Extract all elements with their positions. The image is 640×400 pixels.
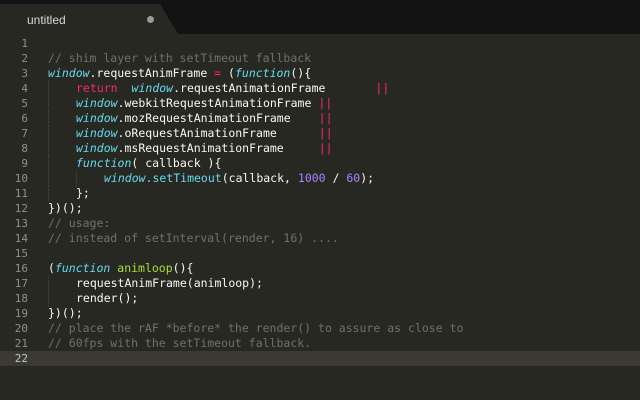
code-line-2: // shim layer with setTimeout fallback bbox=[48, 51, 640, 66]
comment: // place the rAF *before* the render() t… bbox=[48, 321, 464, 335]
line-number: 12 bbox=[14, 202, 28, 215]
code-line-18: render(); bbox=[48, 291, 640, 306]
code-line-10: window.setTimeout(callback, 1000 / 60); bbox=[48, 171, 640, 186]
punctuation: ( bbox=[48, 261, 55, 275]
code-line-6: window.mozRequestAnimationFrame || bbox=[48, 111, 640, 126]
arguments: (callback, bbox=[221, 171, 298, 185]
punctuation: (){ bbox=[172, 261, 194, 275]
function-keyword: function bbox=[234, 66, 291, 80]
or-operator: || bbox=[318, 111, 333, 125]
code-line-17: requestAnimFrame(animloop); bbox=[48, 276, 640, 291]
punctuation: ( bbox=[221, 66, 235, 80]
code-line-5: window.webkitRequestAnimationFrame || bbox=[48, 96, 640, 111]
code-line-11: }; bbox=[48, 186, 640, 201]
comment: // instead of setInterval(render, 16) ..… bbox=[48, 231, 339, 245]
punctuation: })(); bbox=[48, 201, 83, 215]
line-number: 10 bbox=[14, 172, 28, 185]
line-number-gutter: 1 2 3 4 5 6 7 8 9 10 11 12 13 14 15 16 17 18 19 20 21 22 bbox=[0, 36, 42, 366]
window-global: window bbox=[48, 66, 90, 80]
return-keyword: return bbox=[76, 81, 118, 95]
code-line-12: })(); bbox=[48, 201, 640, 216]
line-number: 9 bbox=[21, 157, 28, 170]
property: .mozRequestAnimationFrame bbox=[117, 111, 291, 125]
punctuation: })(); bbox=[48, 306, 83, 320]
line-number: 13 bbox=[14, 217, 28, 230]
property: .msRequestAnimationFrame bbox=[117, 141, 284, 155]
line-number: 3 bbox=[21, 67, 28, 80]
line-number: 8 bbox=[21, 142, 28, 155]
or-operator: || bbox=[318, 126, 333, 140]
line-number: 15 bbox=[14, 247, 28, 260]
statement: requestAnimFrame(animloop); bbox=[76, 276, 263, 290]
or-operator: || bbox=[375, 81, 390, 95]
line-number: 17 bbox=[14, 277, 28, 290]
identifier: .requestAnimFrame bbox=[89, 66, 215, 80]
window-global: window bbox=[76, 141, 118, 155]
comment: // shim layer with setTimeout fallback bbox=[48, 51, 312, 65]
window-global: window bbox=[76, 126, 118, 140]
tab-bar: untitled bbox=[0, 0, 640, 34]
property: .requestAnimationFrame bbox=[173, 81, 326, 95]
method: .setTimeout bbox=[145, 171, 222, 185]
code-line-8: window.msRequestAnimationFrame || bbox=[48, 141, 640, 156]
line-number: 16 bbox=[14, 262, 28, 275]
property: .oRequestAnimationFrame bbox=[117, 126, 277, 140]
or-operator: || bbox=[318, 141, 333, 155]
tab-untitled[interactable]: untitled bbox=[0, 4, 178, 34]
line-number: 18 bbox=[14, 292, 28, 305]
code-line-22-current[interactable] bbox=[42, 351, 640, 366]
code-line-14: // instead of setInterval(render, 16) ..… bbox=[48, 231, 640, 246]
line-number: 21 bbox=[14, 337, 28, 350]
or-operator: || bbox=[318, 96, 333, 110]
function-keyword: function bbox=[76, 156, 132, 170]
line-number: 11 bbox=[14, 187, 28, 200]
code-line-9: function( callback ){ bbox=[48, 156, 640, 171]
code-line-16: (function animloop(){ bbox=[48, 261, 640, 276]
punctuation: (){ bbox=[290, 66, 312, 80]
editor-pane[interactable]: 1 2 3 4 5 6 7 8 9 10 11 12 13 14 15 16 17 18 19 20 21 22 // s… bbox=[0, 34, 640, 400]
code-line-3: window.requestAnimFrame = (function(){ bbox=[48, 66, 640, 81]
code-line-4: return window.requestAnimationFrame || bbox=[48, 81, 640, 96]
line-number: 14 bbox=[14, 232, 28, 245]
statement: render(); bbox=[76, 291, 139, 305]
code-line-13: // usage: bbox=[48, 216, 640, 231]
window-global: window bbox=[76, 96, 118, 110]
tab-title: untitled bbox=[27, 13, 66, 27]
line-number: 1 bbox=[21, 37, 28, 50]
line-number: 7 bbox=[21, 127, 28, 140]
parameters: ( callback ){ bbox=[131, 156, 222, 170]
punctuation: ); bbox=[360, 171, 375, 185]
code-line-19: })(); bbox=[48, 306, 640, 321]
punctuation: }; bbox=[76, 186, 90, 200]
property: .webkitRequestAnimationFrame bbox=[117, 96, 312, 110]
number-literal: 1000 bbox=[297, 171, 326, 185]
code-line-20: // place the rAF *before* the render() t… bbox=[48, 321, 640, 336]
window-global: window bbox=[131, 81, 174, 95]
line-number: 22 bbox=[0, 351, 42, 366]
line-number: 20 bbox=[14, 322, 28, 335]
code-line-21: // 60fps with the setTimeout fallback. bbox=[48, 336, 640, 351]
line-number: 2 bbox=[21, 52, 28, 65]
unsaved-dot-icon[interactable] bbox=[147, 16, 154, 23]
line-number: 4 bbox=[21, 82, 28, 95]
comment: // 60fps with the setTimeout fallback. bbox=[48, 336, 312, 350]
window-global: window bbox=[76, 111, 118, 125]
code-line-7: window.oRequestAnimationFrame || bbox=[48, 126, 640, 141]
line-number: 5 bbox=[21, 97, 28, 110]
function-keyword: function bbox=[54, 261, 111, 275]
line-number: 6 bbox=[21, 112, 28, 125]
line-number: 19 bbox=[14, 307, 28, 320]
operator: / bbox=[325, 171, 347, 185]
number-literal: 60 bbox=[346, 171, 361, 185]
code-area[interactable]: // shim layer with setTimeout fallback w… bbox=[42, 36, 640, 366]
comment: // usage: bbox=[48, 216, 111, 230]
window-global: window bbox=[104, 171, 146, 185]
function-name: animloop bbox=[117, 261, 173, 275]
